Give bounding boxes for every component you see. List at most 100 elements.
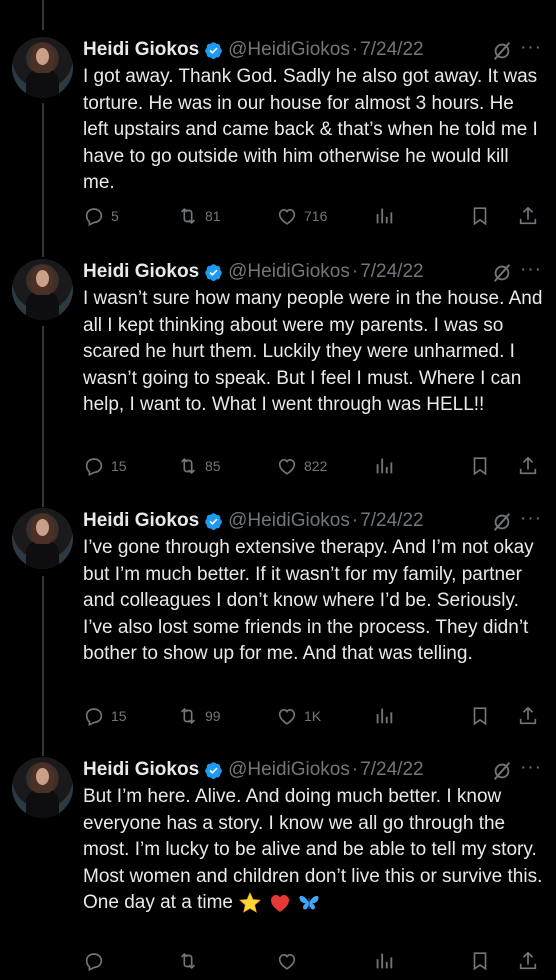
separator: ·: [351, 39, 359, 60]
bookmark-button[interactable]: [469, 455, 497, 477]
tweet-actions: 15 85 822: [0, 455, 556, 479]
like-count: 822: [304, 458, 328, 474]
views-icon: [376, 208, 393, 224]
author-handle[interactable]: @HeidiGiokos: [228, 759, 350, 781]
reply-button[interactable]: 15: [83, 705, 127, 727]
more-options-icon[interactable]: ···: [520, 757, 542, 779]
views-button[interactable]: [373, 205, 401, 227]
grok-icon[interactable]: [491, 262, 513, 284]
heart-icon: [278, 459, 296, 475]
author-handle[interactable]: @HeidiGiokos: [228, 39, 350, 61]
heart-icon: [278, 209, 296, 225]
reply-icon: [85, 208, 103, 227]
like-button[interactable]: 716: [276, 205, 327, 227]
retweet-button[interactable]: 99: [177, 705, 221, 727]
more-options-icon[interactable]: ···: [520, 259, 542, 281]
tweet[interactable]: Heidi Giokos @HeidiGiokos · 7/24/22 ··· …: [0, 259, 556, 485]
retweet-button[interactable]: [177, 950, 205, 972]
heart-icon: [278, 709, 296, 725]
share-button[interactable]: [517, 455, 545, 477]
bookmark-button[interactable]: [469, 705, 497, 727]
thread-line: [42, 0, 44, 30]
author-name[interactable]: Heidi Giokos: [83, 510, 199, 532]
bookmark-icon: [473, 457, 487, 476]
tweet-header: Heidi Giokos @HeidiGiokos · 7/24/22: [83, 37, 424, 63]
bookmark-button[interactable]: [469, 950, 497, 972]
reply-button[interactable]: 15: [83, 455, 127, 477]
retweet-icon: [180, 207, 196, 225]
heart-icon: [278, 954, 296, 970]
retweet-button[interactable]: 85: [177, 455, 221, 477]
butterfly-emoji: [299, 895, 319, 910]
views-button[interactable]: [373, 705, 401, 727]
separator: ·: [351, 261, 359, 282]
tweet-header: Heidi Giokos @HeidiGiokos · 7/24/22: [83, 259, 424, 285]
tweet-actions: 5 81 716: [0, 205, 556, 229]
share-icon: [519, 706, 537, 725]
avatar[interactable]: [12, 508, 73, 569]
retweet-icon: [180, 707, 196, 725]
author-name[interactable]: Heidi Giokos: [83, 39, 199, 61]
share-button[interactable]: [517, 705, 545, 727]
bookmark-icon: [473, 952, 487, 971]
tweet-text: But I’m here. Alive. And doing much bett…: [83, 784, 543, 917]
bookmark-button[interactable]: [469, 205, 497, 227]
tweet-date[interactable]: 7/24/22: [360, 39, 423, 61]
retweet-count: 85: [205, 458, 221, 474]
share-icon: [519, 951, 537, 970]
tweet-text-last-line: One day at a time: [83, 892, 233, 913]
avatar[interactable]: [12, 259, 73, 320]
grok-icon[interactable]: [491, 760, 513, 782]
emoji-group: [233, 892, 321, 913]
verified-badge-icon: [205, 512, 222, 530]
views-icon: [376, 458, 393, 474]
like-button[interactable]: 1K: [276, 705, 321, 727]
author-name[interactable]: Heidi Giokos: [83, 261, 199, 283]
reply-icon: [85, 458, 103, 477]
more-options-icon[interactable]: ···: [520, 37, 542, 59]
avatar[interactable]: [12, 757, 73, 818]
tweet-actions: [0, 950, 556, 974]
author-name[interactable]: Heidi Giokos: [83, 759, 199, 781]
avatar[interactable]: [12, 37, 73, 98]
author-handle[interactable]: @HeidiGiokos: [228, 510, 350, 532]
tweet[interactable]: Heidi Giokos @HeidiGiokos · 7/24/22 ··· …: [0, 37, 556, 235]
views-button[interactable]: [373, 950, 401, 972]
like-button[interactable]: [276, 950, 304, 972]
verified-badge-icon: [205, 761, 222, 779]
views-icon: [376, 953, 393, 969]
retweet-count: 99: [205, 708, 221, 724]
share-icon: [519, 456, 537, 475]
views-button[interactable]: [373, 455, 401, 477]
tweet[interactable]: Heidi Giokos @HeidiGiokos · 7/24/22 ··· …: [0, 508, 556, 735]
tweet-header: Heidi Giokos @HeidiGiokos · 7/24/22: [83, 757, 424, 783]
tweet-text: I wasn’t sure how many people were in th…: [83, 288, 548, 415]
author-handle[interactable]: @HeidiGiokos: [228, 261, 350, 283]
like-count: 716: [304, 208, 328, 224]
reply-icon: [85, 708, 103, 727]
grok-icon[interactable]: [491, 40, 513, 62]
like-count: 1K: [304, 708, 322, 724]
tweet-date[interactable]: 7/24/22: [360, 261, 423, 283]
reply-button[interactable]: 5: [83, 205, 119, 227]
tweet-actions: 15 99 1K: [0, 705, 556, 729]
share-button[interactable]: [517, 205, 545, 227]
retweet-count: 81: [205, 208, 221, 224]
tweet-date[interactable]: 7/24/22: [360, 759, 423, 781]
like-button[interactable]: 822: [276, 455, 327, 477]
tweet-text-body: But I’m here. Alive. And doing much bett…: [83, 786, 543, 887]
bookmark-icon: [473, 207, 487, 226]
tweet-date[interactable]: 7/24/22: [360, 510, 423, 532]
share-icon: [519, 206, 537, 225]
tweet-text: I got away. Thank God. Sadly he also got…: [83, 66, 544, 193]
share-button[interactable]: [517, 950, 545, 972]
red-heart-emoji: [270, 894, 289, 912]
retweet-button[interactable]: 81: [177, 205, 221, 227]
separator: ·: [351, 510, 359, 531]
tweet[interactable]: Heidi Giokos @HeidiGiokos · 7/24/22 ··· …: [0, 757, 556, 980]
grok-icon[interactable]: [491, 511, 513, 533]
tweet-text: I’ve gone through extensive therapy. And…: [83, 537, 539, 664]
more-options-icon[interactable]: ···: [520, 508, 542, 530]
reply-button[interactable]: [83, 950, 111, 972]
retweet-icon: [180, 952, 196, 970]
